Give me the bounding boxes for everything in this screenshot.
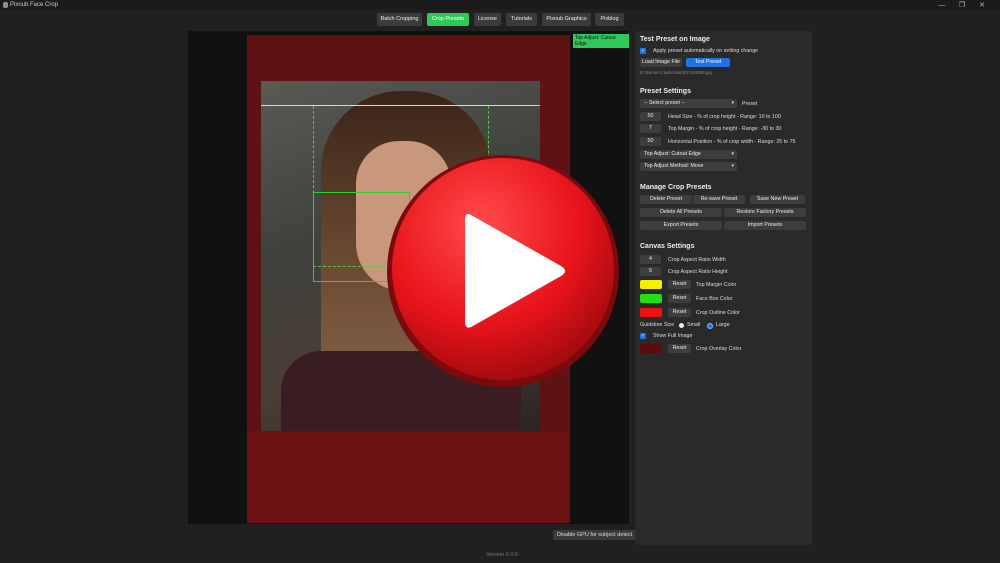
top-adjust-value: Top Adjust: Cutout Edge (644, 151, 701, 157)
crop-outline-color-swatch[interactable] (640, 308, 662, 317)
preset-settings-heading: Preset Settings (640, 88, 691, 95)
small-label: Small (687, 322, 701, 328)
head-size-input[interactable]: 50 (640, 112, 661, 121)
face-box-color-swatch[interactable] (640, 294, 662, 303)
delete-preset-button[interactable]: Delete Preset (640, 195, 692, 204)
disable-gpu-button[interactable]: Disable GPU for subject detect (553, 530, 637, 540)
tab-pixnub-graphics[interactable]: Pixnub Graphics (542, 13, 591, 26)
chevron-down-icon: ▾ (731, 100, 734, 106)
guideline-size-label: Guideline Size (640, 322, 675, 328)
tab-batch-cropping[interactable]: Batch Cropping (377, 13, 422, 26)
top-adjust-method-select[interactable]: Top Adjust Method: Move ▾ (640, 162, 737, 171)
show-full-image-label: Show Full Image (653, 333, 693, 339)
aspect-width-label: Crop Aspect Ratio Width (668, 257, 726, 263)
tab-pixblog[interactable]: Pixblog (595, 13, 624, 26)
maximize-icon[interactable]: ❐ (952, 1, 972, 9)
aspect-height-label: Crop Aspect Ratio Height (668, 269, 728, 275)
crop-outline-color-label: Crop Outline Color (696, 310, 740, 316)
crop-outline-color-reset-button[interactable]: Reset (668, 308, 691, 317)
test-preset-button[interactable]: Test Preset (686, 58, 730, 67)
app-logo-icon (3, 2, 8, 8)
top-margin-color-reset-button[interactable]: Reset (668, 280, 691, 289)
horizontal-position-label: Horizontal Position - % of crop width - … (668, 139, 796, 145)
aspect-width-input[interactable]: 4 (640, 255, 661, 264)
manage-presets-heading: Manage Crop Presets (640, 184, 712, 191)
top-margin-color-label: Top Margin Color (696, 282, 737, 288)
restore-factory-presets-button[interactable]: Restore Factory Presets (724, 208, 806, 217)
top-margin-input[interactable]: 7 (640, 124, 661, 133)
test-preset-heading: Test Preset on Image (640, 36, 710, 43)
chevron-down-icon: ▾ (731, 163, 734, 169)
title-bar: Pixnub Face Crop — ❐ ✕ (0, 0, 1000, 10)
show-full-image-checkbox[interactable]: ✓ (640, 333, 646, 339)
tab-license[interactable]: License (474, 13, 501, 26)
crop-overlay-bottom (247, 431, 570, 523)
top-adjust-select[interactable]: Top Adjust: Cutout Edge ▾ (640, 150, 737, 159)
top-margin-label: Top Margin - % of crop height - Range: -… (668, 126, 782, 132)
large-label: Large (716, 322, 730, 328)
window-title: Pixnub Face Crop (10, 2, 59, 8)
head-size-label: Head Size - % of crop height - Range: 10… (668, 114, 781, 120)
apply-auto-label: Apply preset automatically on setting ch… (653, 48, 759, 54)
face-box-color-label: Face Box Color (696, 296, 733, 302)
crop-overlay-color-label: Crop Overlay Color (696, 346, 742, 352)
load-image-button[interactable]: Load Image File (640, 58, 682, 67)
top-adjust-tag: Top Adjust: Cutout Edge (573, 34, 629, 48)
small-radio[interactable] (679, 323, 684, 328)
resave-preset-button[interactable]: Re-save Preset (693, 195, 745, 204)
image-path: E:\Senior-Clas\class\3\F104590.jpg (640, 70, 713, 75)
face-box-color-reset-button[interactable]: Reset (668, 294, 691, 303)
canvas-settings-heading: Canvas Settings (640, 243, 695, 250)
minimize-icon[interactable]: — (932, 2, 952, 9)
crop-overlay-color-reset-button[interactable]: Reset (668, 344, 691, 353)
chevron-down-icon: ▾ (731, 151, 734, 157)
tab-crop-presets[interactable]: Crop Presets (427, 13, 469, 26)
save-new-preset-button[interactable]: Save New Preset (750, 195, 805, 204)
apply-auto-checkbox[interactable]: ✓ (640, 48, 646, 54)
horizontal-position-input[interactable]: 50 (640, 137, 661, 146)
delete-all-presets-button[interactable]: Delete All Presets (640, 208, 722, 217)
version-label: Version 6.0.6 (486, 552, 519, 558)
preset-select-value: -- Select preset -- (644, 100, 685, 106)
top-nav: Batch Cropping Crop Presets License Tuto… (0, 13, 1000, 27)
close-icon[interactable]: ✕ (972, 1, 992, 9)
large-radio[interactable] (707, 323, 713, 329)
tab-tutorials[interactable]: Tutorials (506, 13, 537, 26)
video-play-icon[interactable] (383, 151, 623, 391)
preset-select[interactable]: -- Select preset -- ▾ (640, 99, 737, 108)
settings-panel: Test Preset on Image ✓ Apply preset auto… (635, 31, 812, 545)
crop-overlay-color-swatch[interactable] (640, 344, 662, 353)
window-controls: — ❐ ✕ (932, 1, 992, 9)
preset-label: Preset (742, 101, 758, 107)
top-margin-color-swatch[interactable] (640, 280, 662, 289)
aspect-height-input[interactable]: 5 (640, 267, 661, 276)
export-presets-button[interactable]: Export Presets (640, 221, 722, 230)
import-presets-button[interactable]: Import Presets (724, 221, 806, 230)
top-adjust-method-value: Top Adjust Method: Move (644, 163, 704, 169)
